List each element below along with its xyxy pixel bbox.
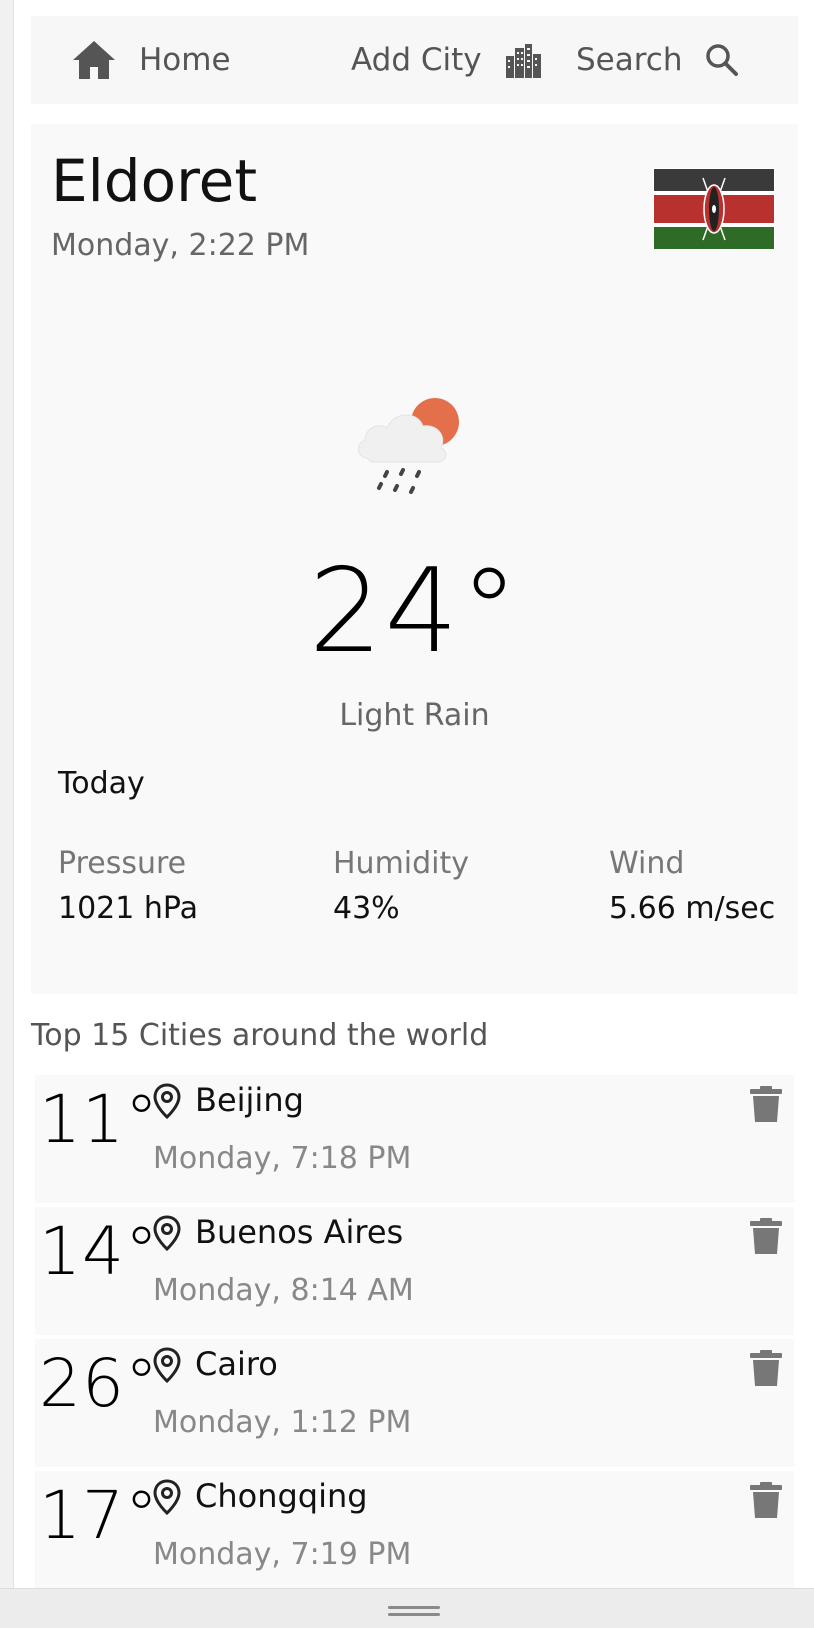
bottom-sheet-bar[interactable] (0, 1588, 814, 1628)
nav-search-link[interactable]: Search (576, 16, 739, 104)
wind-metric: Wind 5.66 m/sec (609, 846, 775, 926)
search-icon (705, 43, 739, 77)
kenya-flag-icon (653, 168, 775, 250)
nav-add-city-link[interactable]: Add City (351, 16, 542, 104)
city-local-time: Monday, 7:18 PM (153, 1141, 412, 1176)
trash-icon[interactable] (749, 1085, 783, 1127)
trash-icon[interactable] (749, 1481, 783, 1523)
current-temperature: 24° (308, 544, 521, 679)
metric-label: Pressure (58, 846, 187, 881)
nav-home-link[interactable]: Home (71, 16, 231, 104)
city-list-item[interactable]: 17° Chongqing Monday, 7:19 PM (35, 1471, 794, 1599)
city-name: Eldoret (51, 147, 258, 215)
city-temperature: 14° (39, 1213, 159, 1290)
buildings-icon (504, 42, 542, 78)
city-local-time: Monday, 7:19 PM (153, 1537, 412, 1572)
weather-condition: Light Rain (339, 698, 490, 733)
metric-value: 43% (333, 891, 400, 926)
metric-label: Wind (609, 846, 685, 881)
pressure-metric: Pressure 1021 hPa (58, 846, 198, 926)
left-edge-rail (0, 0, 14, 1588)
city-local-time: Monday, 8:14 AM (153, 1273, 414, 1308)
metric-label: Humidity (333, 846, 470, 881)
top-cities-list: 11° Beijing Monday, 7:18 PM 14° Buenos A… (35, 1075, 794, 1603)
location-pin-icon (153, 1215, 181, 1255)
trash-icon[interactable] (749, 1217, 783, 1259)
current-weather-card: Eldoret Monday, 2:22 PM 24° Light Rain T… (31, 124, 798, 994)
today-heading: Today (58, 766, 145, 801)
top-cities-title: Top 15 Cities around the world (31, 1018, 489, 1053)
location-pin-icon (153, 1083, 181, 1123)
drag-handle-icon[interactable] (388, 1613, 440, 1616)
trash-icon[interactable] (749, 1349, 783, 1391)
city-name: Chongqing (195, 1477, 368, 1515)
city-temperature: 17° (39, 1477, 159, 1554)
city-local-time: Monday, 1:12 PM (153, 1405, 412, 1440)
city-temperature: 11° (39, 1081, 159, 1158)
nav-add-city-label: Add City (351, 42, 482, 78)
city-name: Buenos Aires (195, 1213, 404, 1251)
city-name: Cairo (195, 1345, 278, 1383)
city-list-item[interactable]: 26° Cairo Monday, 1:12 PM (35, 1339, 794, 1467)
metric-value: 1021 hPa (58, 891, 199, 926)
nav-search-label: Search (576, 42, 683, 78)
city-list-item[interactable]: 14° Buenos Aires Monday, 8:14 AM (35, 1207, 794, 1335)
home-icon (71, 39, 117, 81)
city-name: Beijing (195, 1081, 304, 1119)
location-pin-icon (153, 1479, 181, 1519)
location-pin-icon (153, 1347, 181, 1387)
metric-value: 5.66 m/sec (609, 891, 776, 926)
city-temperature: 26° (39, 1345, 159, 1422)
humidity-metric: Humidity 43% (333, 846, 469, 926)
drag-handle-icon[interactable] (388, 1606, 440, 1609)
current-datetime: Monday, 2:22 PM (51, 228, 310, 263)
city-list-item[interactable]: 11° Beijing Monday, 7:18 PM (35, 1075, 794, 1203)
nav-home-label: Home (139, 42, 231, 78)
cloud-sun-rain-icon (353, 392, 471, 502)
top-navigation: Home Add City Search (31, 16, 798, 104)
